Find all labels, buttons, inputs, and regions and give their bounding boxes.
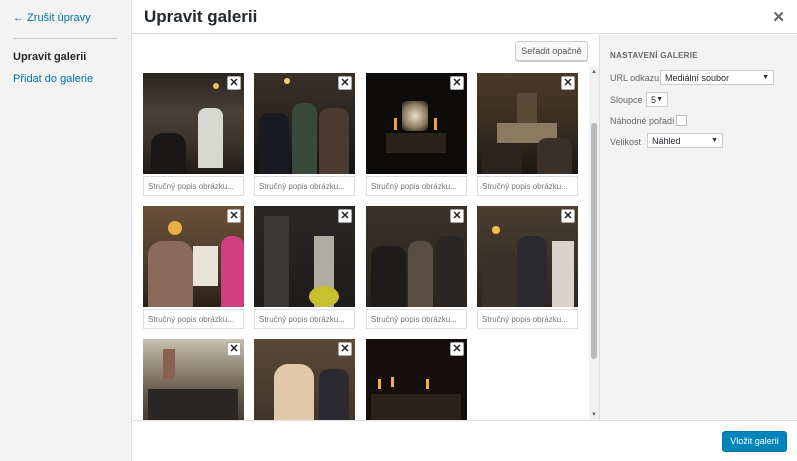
gallery-settings: NASTAVENÍ GALERIE URL odkazu Mediální so… [599,35,797,420]
remove-image-icon[interactable]: ✕ [227,76,241,90]
remove-image-icon[interactable]: ✕ [561,76,575,90]
gallery-scrollbar[interactable]: ▲ ▼ [589,67,599,420]
gallery-item[interactable]: ✕ [143,339,244,420]
remove-image-icon[interactable]: ✕ [227,342,241,356]
menu-item-edit-gallery[interactable]: Upravit galerii [13,51,86,63]
gallery-content: Seřadit opačně ✕ Stručný popis obrázku..… [132,35,599,420]
image-caption-input[interactable]: Stručný popis obrázku... [143,309,244,329]
media-menu: ← Zrušit úpravy Upravit galerii Přidat d… [0,0,132,461]
chevron-down-icon: ▼ [762,74,769,81]
gallery-item[interactable]: ✕ Stručný popis obrázku... [254,73,355,196]
menu-item-add-to-gallery[interactable]: Přidat do galerie [13,73,93,85]
gallery-item[interactable]: ✕ Stručný popis obrázku... [477,73,578,196]
gallery-item[interactable]: ✕ [366,339,467,420]
gallery-item[interactable]: ✕ Stručný popis obrázku... [254,206,355,329]
scroll-down-icon[interactable]: ▼ [591,412,597,418]
scroll-thumb[interactable] [591,123,597,359]
remove-image-icon[interactable]: ✕ [450,76,464,90]
size-label: Velikost [610,137,642,147]
page-title: Upravit galerii [144,7,258,26]
scroll-up-icon[interactable]: ▲ [591,69,597,75]
chevron-down-icon: ▼ [656,96,663,103]
image-caption-input[interactable]: Stručný popis obrázku... [254,309,355,329]
gallery-item[interactable]: ✕ Stručný popis obrázku... [366,206,467,329]
size-value: Náhled [652,136,681,146]
size-select[interactable]: Náhled ▼ [647,133,723,148]
remove-image-icon[interactable]: ✕ [561,209,575,223]
menu-separator [13,38,117,39]
image-caption-input[interactable]: Stručný popis obrázku... [477,309,578,329]
chevron-down-icon: ▼ [711,137,718,144]
close-icon[interactable]: ✕ [772,8,785,26]
columns-label: Sloupce [610,95,643,105]
gallery-item[interactable]: ✕ [254,339,355,420]
modal-footer: Vložit galerii [132,420,797,461]
image-caption-input[interactable]: Stručný popis obrázku... [254,176,355,196]
image-caption-input[interactable]: Stručný popis obrázku... [366,176,467,196]
remove-image-icon[interactable]: ✕ [338,209,352,223]
link-to-select[interactable]: Mediální soubor ▼ [660,70,774,85]
remove-image-icon[interactable]: ✕ [450,209,464,223]
modal-title-bar: Upravit galerii ✕ [132,0,797,34]
remove-image-icon[interactable]: ✕ [227,209,241,223]
remove-image-icon[interactable]: ✕ [338,76,352,90]
remove-image-icon[interactable]: ✕ [338,342,352,356]
remove-image-icon[interactable]: ✕ [450,342,464,356]
image-caption-input[interactable]: Stručný popis obrázku... [143,176,244,196]
random-order-checkbox[interactable] [676,115,687,126]
image-caption-input[interactable]: Stručný popis obrázku... [366,309,467,329]
gallery-item[interactable]: ✕ Stručný popis obrázku... [366,73,467,196]
settings-heading: NASTAVENÍ GALERIE [610,51,698,60]
gallery-item[interactable]: ✕ Stručný popis obrázku... [143,206,244,329]
columns-select[interactable]: 5 ▼ [646,92,668,107]
cancel-edit-link[interactable]: ← Zrušit úpravy [13,12,91,24]
gallery-item[interactable]: ✕ Stručný popis obrázku... [143,73,244,196]
gallery-item[interactable]: ✕ Stručný popis obrázku... [477,206,578,329]
insert-gallery-button[interactable]: Vložit galerii [722,431,787,452]
link-to-value: Mediální soubor [665,73,730,83]
reverse-order-button[interactable]: Seřadit opačně [515,41,588,61]
link-to-label: URL odkazu [610,73,660,83]
random-order-label: Náhodné pořadí [610,116,675,126]
image-caption-input[interactable]: Stručný popis obrázku... [477,176,578,196]
